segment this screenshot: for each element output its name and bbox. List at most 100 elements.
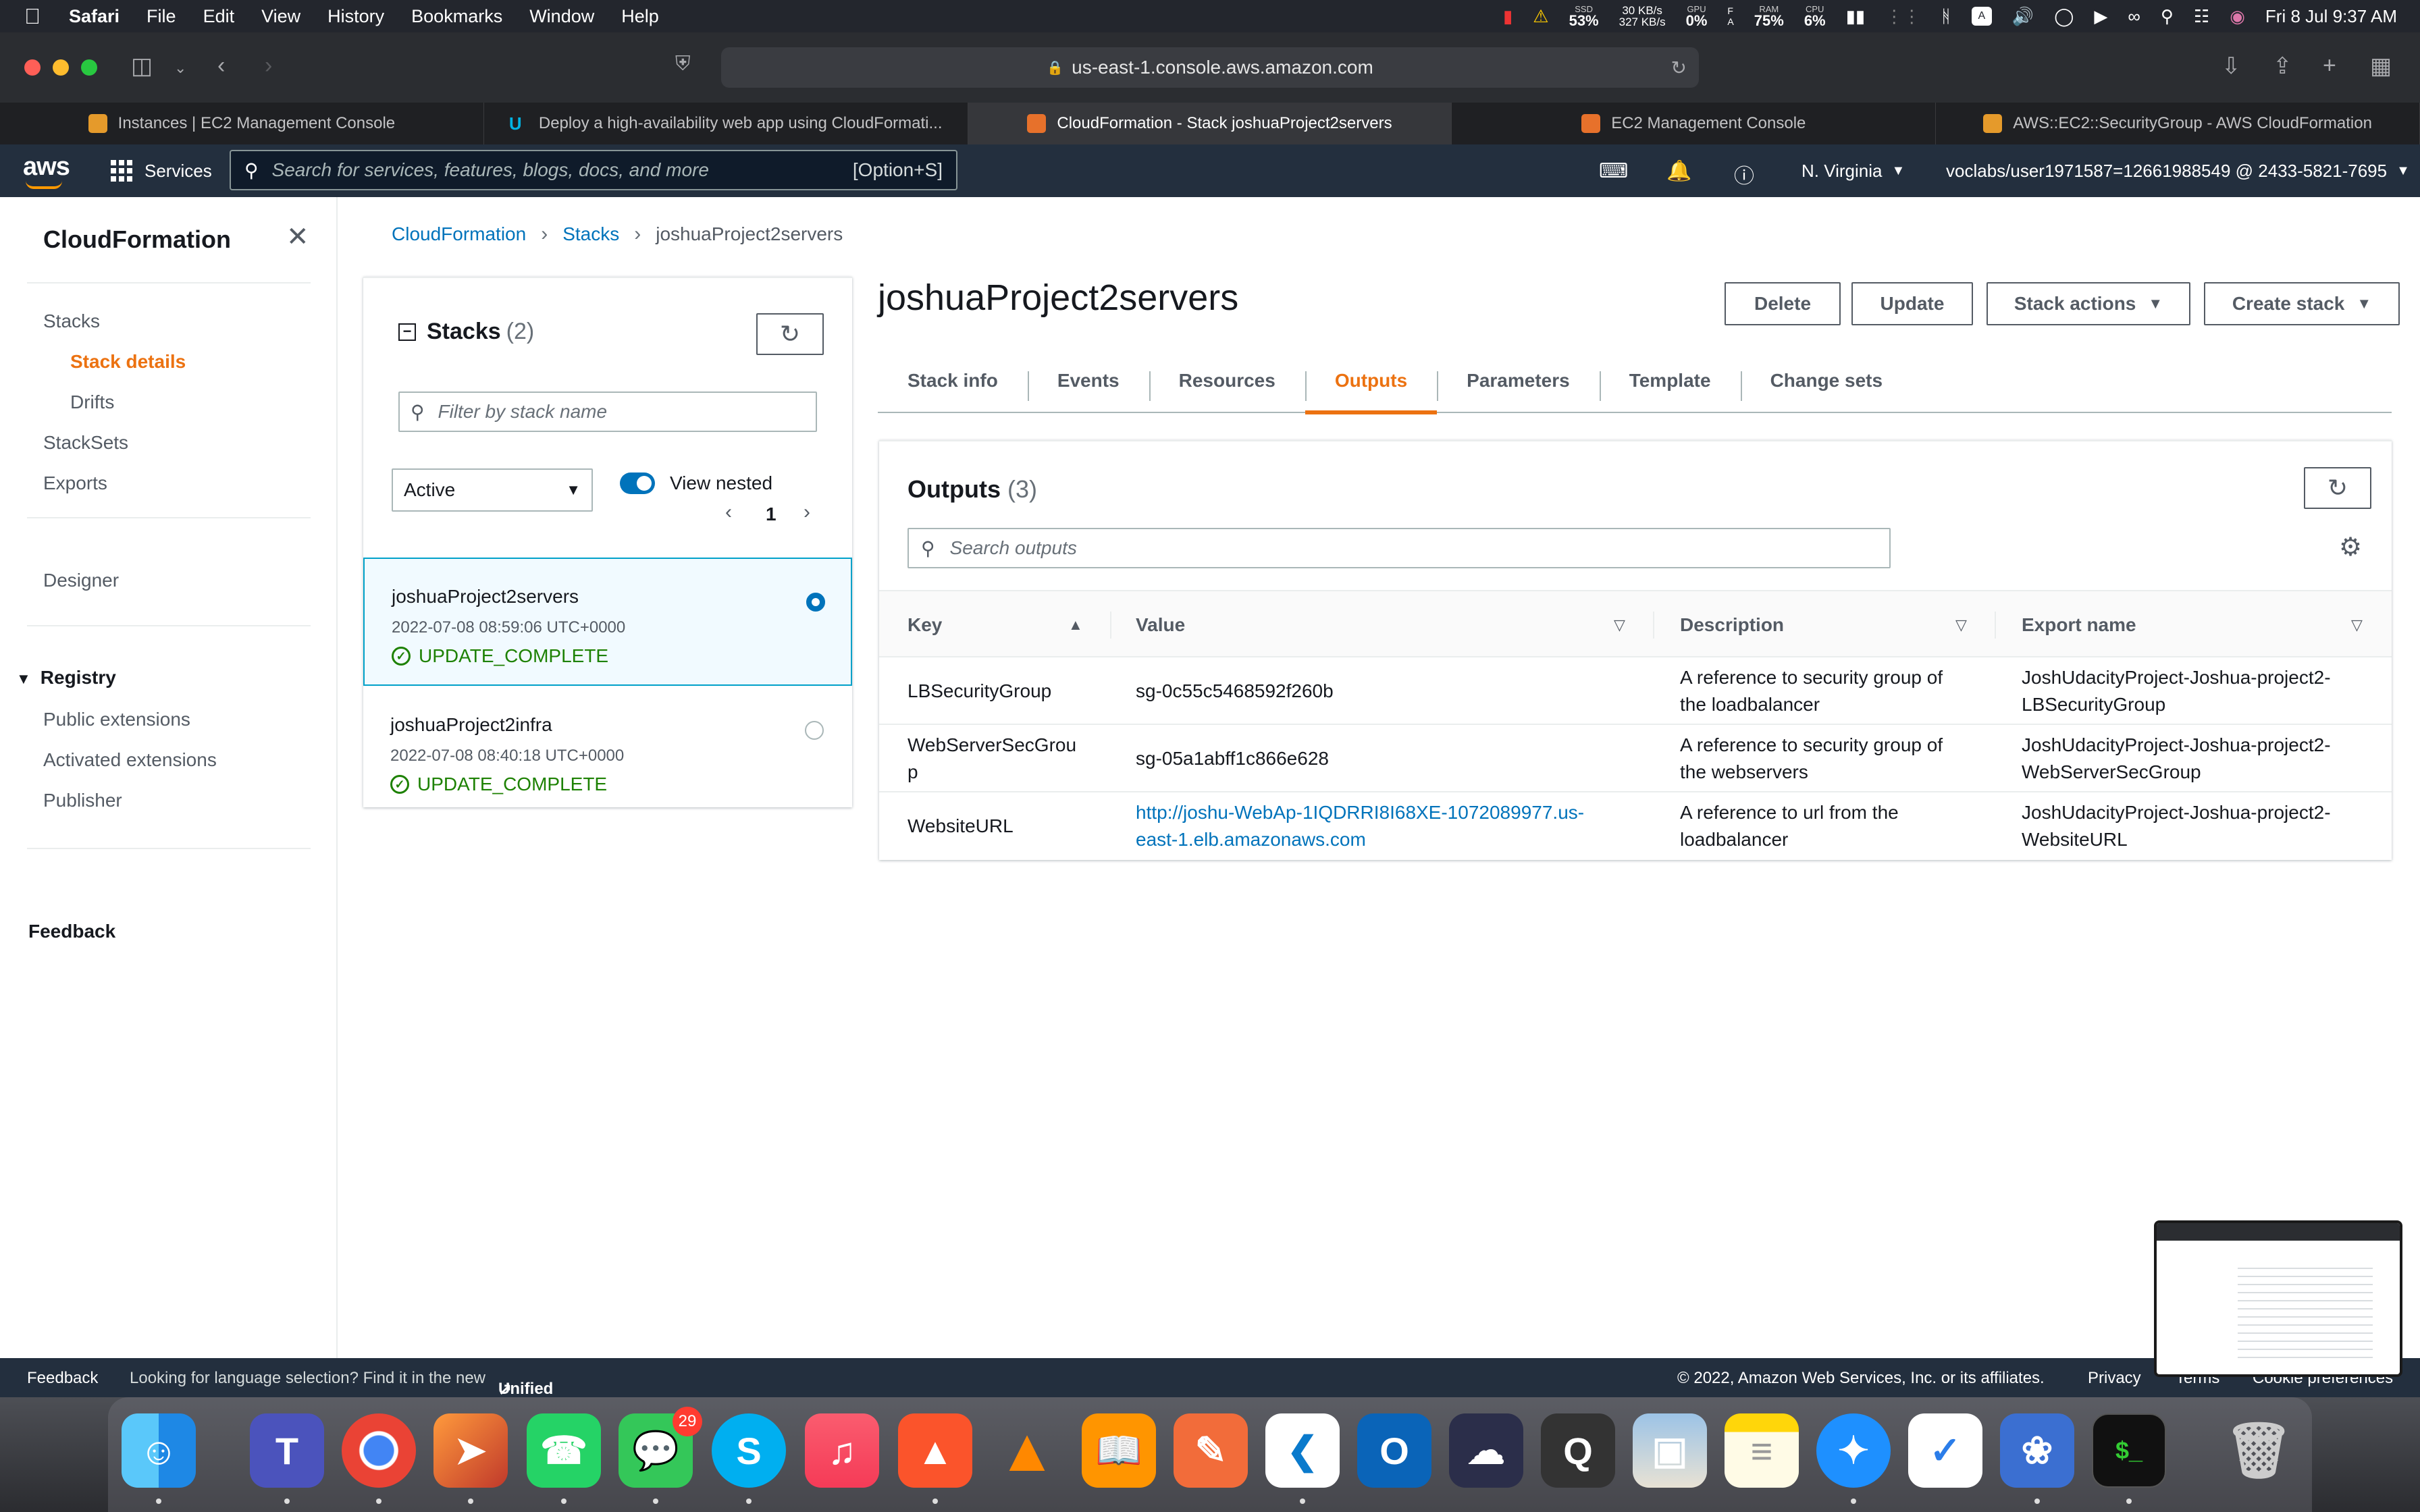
nav-stack-details[interactable]: Stack details <box>70 351 186 373</box>
nav-exports[interactable]: Exports <box>43 473 107 494</box>
volume-icon[interactable]: 🔊 <box>2012 6 2034 27</box>
gear-icon[interactable]: ⚙ <box>2339 532 2362 562</box>
battery-icon[interactable]: ▮▮ <box>1846 6 1866 27</box>
tab-outputs[interactable]: Outputs <box>1305 348 1438 414</box>
input-source-icon[interactable]: A <box>1971 7 1992 26</box>
stack-list-item[interactable]: joshuaProject2servers 2022-07-08 08:59:0… <box>363 558 852 686</box>
network-stat[interactable]: 30 KB/s 327 KB/s <box>1619 5 1666 28</box>
nav-stacksets[interactable]: StackSets <box>43 432 128 454</box>
services-menu-button[interactable]: Services <box>111 144 212 197</box>
menu-help[interactable]: Help <box>621 6 659 27</box>
coral-app-icon[interactable]: ❀ <box>2000 1413 2074 1488</box>
terminal-icon[interactable]: $_ <box>2092 1413 2166 1488</box>
browser-tab-cloudformation[interactable]: CloudFormation - Stack joshuaProject2ser… <box>968 103 1452 144</box>
link-icon[interactable]: ∞ <box>2128 6 2140 27</box>
teams-icon[interactable]: T <box>250 1413 324 1488</box>
privacy-shield-icon[interactable]: ⛨ <box>675 53 691 76</box>
forward-icon[interactable]: › <box>265 53 272 79</box>
refresh-stacks-button[interactable]: ↻ <box>756 313 824 355</box>
pages-pen-icon[interactable]: ✎ <box>1174 1413 1248 1488</box>
warning-icon[interactable]: ⚠ <box>1533 6 1548 27</box>
menu-history[interactable]: History <box>327 6 384 27</box>
toggle-switch[interactable] <box>620 473 655 494</box>
stack-list-item[interactable]: joshuaProject2infra 2022-07-08 08:40:18 … <box>363 687 852 815</box>
stack-select-radio[interactable] <box>805 721 824 740</box>
nav-registry-section[interactable]: ▼ Registry <box>16 667 116 688</box>
stack-actions-button[interactable]: Stack actions ▼ <box>1987 282 2190 325</box>
breadcrumb-cloudformation[interactable]: CloudFormation <box>392 223 526 245</box>
vscode-icon[interactable]: ❮ <box>1265 1413 1340 1488</box>
close-window-button[interactable] <box>24 59 41 76</box>
grid-dots-icon[interactable]: ⋮⋮ <box>1885 6 1920 27</box>
control-center-icon[interactable]: ☷ <box>2194 6 2209 27</box>
minimize-window-button[interactable] <box>53 59 69 76</box>
bluetooth-icon[interactable]: ᚻ <box>1941 6 1951 27</box>
gpu-stat[interactable]: GPU 0% <box>1686 5 1708 28</box>
menu-view[interactable]: View <box>261 6 300 27</box>
tab-events[interactable]: Events <box>1027 348 1149 413</box>
console-search-input[interactable]: ⚲ Search for services, features, blogs, … <box>230 150 957 190</box>
website-url-link[interactable]: http://joshu-WebAp-1IQDRRI8I68XE-1072089… <box>1136 792 1584 860</box>
sort-ascending-icon[interactable]: ▲ <box>1068 591 1083 659</box>
tab-template[interactable]: Template <box>1599 348 1741 413</box>
user-circle-icon[interactable]: ◯ <box>2054 6 2074 27</box>
create-stack-button[interactable]: Create stack ▼ <box>2204 282 2400 325</box>
view-nested-toggle[interactable]: View nested <box>620 473 772 494</box>
browser-tab-ec2-console[interactable]: EC2 Management Console <box>1452 103 1937 144</box>
spotlight-search-icon[interactable]: ⚲ <box>2161 6 2174 27</box>
privacy-link[interactable]: Privacy <box>2088 1369 2141 1388</box>
stack-filter-input[interactable]: ⚲ Filter by stack name <box>398 392 817 432</box>
whatsapp-icon[interactable]: ☎ <box>527 1413 601 1488</box>
todo-icon[interactable]: ✓ <box>1908 1413 1982 1488</box>
cpu-stat[interactable]: CPU 6% <box>1804 5 1826 28</box>
outlook-icon[interactable]: O <box>1357 1413 1431 1488</box>
tab-stack-info[interactable]: Stack info <box>878 348 1028 413</box>
quicktime-icon[interactable]: Q <box>1541 1413 1615 1488</box>
siri-icon[interactable]: ◉ <box>2230 6 2245 27</box>
update-button[interactable]: Update <box>1851 282 1973 325</box>
footer-feedback-link[interactable]: Feedback <box>27 1369 98 1388</box>
browser-tab-securitygroup-docs[interactable]: AWS::EC2::SecurityGroup - AWS CloudForma… <box>1936 103 2420 144</box>
prev-page-icon[interactable]: ‹ <box>725 501 732 524</box>
music-icon[interactable]: ♫ <box>805 1413 879 1488</box>
cloudshell-icon[interactable]: ⌨ <box>1599 159 1628 183</box>
nav-designer[interactable]: Designer <box>43 570 119 591</box>
stack-status-select[interactable]: Active ▼ <box>392 468 593 512</box>
tab-change-sets[interactable]: Change sets <box>1740 348 1913 413</box>
books-icon[interactable]: 📖 <box>1082 1413 1156 1488</box>
region-selector[interactable]: N. Virginia ▼ <box>1801 144 1905 197</box>
browser-tab-ec2-instances[interactable]: Instances | EC2 Management Console <box>0 103 484 144</box>
ram-stat[interactable]: RAM 75% <box>1754 5 1784 28</box>
datetime[interactable]: Fri 8 Jul 9:37 AM <box>2265 6 2397 27</box>
downloads-icon[interactable]: ⇩ <box>2221 53 2241 80</box>
share-icon[interactable]: ⇪ <box>2273 53 2292 80</box>
apple-menu-icon[interactable]:  <box>24 4 49 29</box>
menu-edit[interactable]: Edit <box>203 6 235 27</box>
tab-parameters[interactable]: Parameters <box>1437 348 1600 413</box>
browser-tab-udacity[interactable]: U Deploy a high-availability web app usi… <box>484 103 968 144</box>
nav-activated-extensions[interactable]: Activated extensions <box>43 749 217 771</box>
sort-icon[interactable]: ▽ <box>2351 591 2363 659</box>
collapse-icon[interactable]: − <box>398 323 416 341</box>
aws-logo[interactable]: aws <box>23 153 70 189</box>
outputs-search-input[interactable]: ⚲ Search outputs <box>908 528 1891 568</box>
notes-icon[interactable]: ≡ <box>1725 1413 1799 1488</box>
finder-icon[interactable]: ☺ <box>122 1413 196 1488</box>
skype-icon[interactable]: S <box>712 1413 786 1488</box>
page-number[interactable]: 1 <box>766 504 777 525</box>
safari-icon[interactable]: ✦ <box>1816 1413 1891 1488</box>
cloud-terminal-icon[interactable]: ☁ <box>1449 1413 1523 1488</box>
nav-drifts[interactable]: Drifts <box>70 392 114 413</box>
reload-icon[interactable]: ↻ <box>1671 57 1687 79</box>
back-icon[interactable]: ‹ <box>217 53 225 79</box>
app-red-icon[interactable]: ▮ <box>1503 6 1512 27</box>
stack-select-radio[interactable] <box>806 593 825 612</box>
screenshot-thumbnail[interactable] <box>2154 1220 2402 1377</box>
column-value[interactable]: Value <box>1136 591 1185 659</box>
sidebar-toggle-icon[interactable]: ◫ <box>131 53 153 80</box>
notifications-bell-icon[interactable]: 🔔 <box>1666 159 1691 183</box>
menu-window[interactable]: Window <box>529 6 594 27</box>
nav-public-extensions[interactable]: Public extensions <box>43 709 190 730</box>
nav-stacks[interactable]: Stacks <box>43 310 100 332</box>
column-description[interactable]: Description <box>1680 591 1784 659</box>
